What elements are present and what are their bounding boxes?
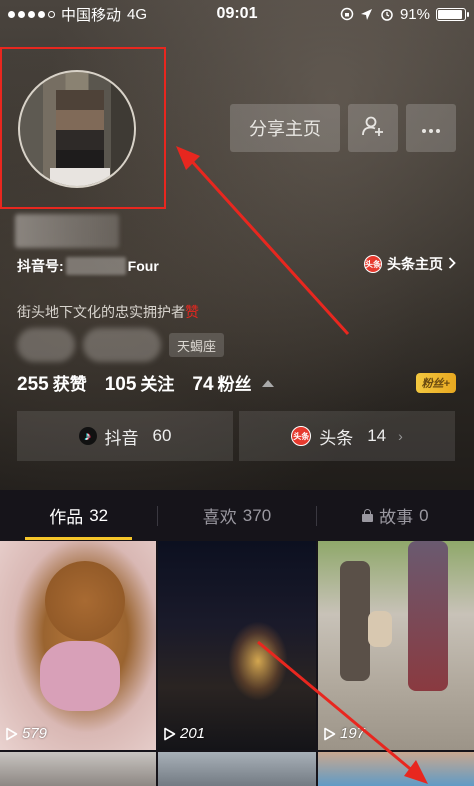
account-id-row: 抖音号: Four <box>17 256 159 276</box>
video-thumbnail[interactable]: 579 <box>0 541 156 750</box>
toutiao-homepage-link[interactable]: 头条 头条主页 <box>364 254 456 274</box>
play-icon <box>163 727 176 741</box>
toutiao-logo-icon: 头条 <box>291 426 312 446</box>
avatar-shirt <box>50 168 110 186</box>
chevron-right-icon: › <box>398 428 403 444</box>
more-dots-icon <box>421 118 441 139</box>
fans-stat[interactable]: 74 粉丝 <box>192 370 251 396</box>
tab-likes-count: 370 <box>242 505 272 525</box>
tab-likes[interactable]: 喜欢 370 <box>158 491 315 540</box>
add-user-icon <box>361 114 385 143</box>
stats-row: 255 获赞 105 关注 74 粉丝 <box>17 370 274 396</box>
status-left: 中国移动 4G <box>8 4 147 25</box>
play-count-value: 579 <box>22 725 48 742</box>
toutiao-count: 14 <box>367 426 387 445</box>
toutiao-logo-icon: 头条 <box>364 255 382 273</box>
play-icon <box>323 727 336 741</box>
douyin-count: 60 <box>152 426 172 445</box>
toutiao-card[interactable]: 头条 头条 14 › <box>239 411 455 461</box>
douyin-card[interactable]: ♪ 抖音 60 <box>17 411 233 461</box>
video-play-count: 201 <box>163 725 205 742</box>
douyin-logo-icon: ♪ <box>78 427 97 445</box>
fans-count: 74 <box>192 374 214 395</box>
caret-up-icon[interactable] <box>261 379 274 387</box>
video-thumbnail[interactable] <box>0 752 156 786</box>
play-count-value: 197 <box>340 725 366 742</box>
following-stat[interactable]: 105 关注 <box>105 370 175 396</box>
likes-count: 255 <box>17 374 49 395</box>
clock-time: 09:01 <box>216 5 258 22</box>
video-thumbnail[interactable]: 197 <box>318 541 474 750</box>
account-suffix: Four <box>127 258 159 274</box>
tab-stories-count: 0 <box>419 505 429 525</box>
alarm-icon <box>380 7 394 21</box>
status-bar: 中国移动 4G 09:01 91% <box>0 0 474 28</box>
tab-works[interactable]: 作品 32 <box>0 491 157 540</box>
likes-stat[interactable]: 255 获赞 <box>17 370 87 396</box>
tag-blurred <box>17 328 75 362</box>
bio-content: 街头地下文化的忠实拥护者 <box>17 304 185 320</box>
video-thumbnail[interactable] <box>318 752 474 786</box>
username-blurred <box>15 214 119 248</box>
video-grid: 579 201 197 <box>0 541 474 786</box>
bio-text: 街头地下文化的忠实拥护者赞 <box>17 302 199 322</box>
thumbnail-person <box>408 541 448 691</box>
play-icon <box>5 727 18 741</box>
status-right: 91% <box>340 5 469 23</box>
network-type: 4G <box>127 5 148 23</box>
battery-percent: 91% <box>399 5 430 23</box>
fans-plus-badge[interactable]: 粉丝+ <box>415 373 456 393</box>
tab-stories[interactable]: 故事 0 <box>317 491 474 540</box>
thumbnail-city-lights <box>228 621 288 701</box>
douyin-label: 抖音 <box>104 428 139 448</box>
chevron-right-icon <box>448 256 456 272</box>
tab-works-label: 作品 <box>49 508 84 527</box>
battery-level <box>438 9 462 19</box>
thumbnail-person <box>340 561 370 681</box>
zodiac-tag: 天蝎座 <box>169 333 225 357</box>
thumbnail-dog <box>368 611 392 647</box>
avatar[interactable] <box>18 70 136 188</box>
bio-emoji-icon: 赞 <box>185 304 199 320</box>
likes-label: 获赞 <box>52 375 87 394</box>
video-play-count: 579 <box>5 725 47 742</box>
rotation-lock-icon <box>340 7 354 21</box>
platform-cards: ♪ 抖音 60 头条 头条 14 › <box>17 411 455 461</box>
play-count-value: 201 <box>180 725 206 742</box>
following-count: 105 <box>104 374 137 395</box>
profile-tags: 天蝎座 <box>17 328 225 362</box>
share-profile-button[interactable]: 分享主页 <box>230 104 340 152</box>
fans-label: 粉丝 <box>217 375 252 394</box>
thumbnail-toy <box>40 641 120 711</box>
toutiao-link-label: 头条主页 <box>387 256 443 272</box>
thumbnail-dog <box>45 561 125 641</box>
video-thumbnail[interactable]: 201 <box>158 541 316 750</box>
tab-works-count: 32 <box>89 505 109 525</box>
account-label: 抖音号: <box>17 258 64 274</box>
toutiao-label: 头条 <box>319 428 354 448</box>
more-options-button[interactable] <box>406 104 456 152</box>
carrier-name: 中国移动 <box>61 6 122 24</box>
video-thumbnail[interactable] <box>158 752 316 786</box>
profile-tabs: 作品 32 喜欢 370 故事 0 <box>0 491 474 540</box>
battery-icon <box>436 7 469 21</box>
video-play-count: 197 <box>323 725 365 742</box>
tab-stories-label: 故事 <box>379 508 414 527</box>
following-label: 关注 <box>140 375 175 394</box>
location-icon <box>360 7 374 21</box>
add-friend-button[interactable] <box>348 104 398 152</box>
lock-icon <box>362 509 374 522</box>
header-actions: 分享主页 <box>230 104 456 152</box>
signal-strength-icon <box>8 10 55 18</box>
account-id-blurred <box>65 257 126 275</box>
tab-likes-label: 喜欢 <box>202 508 237 527</box>
avatar-pixelated-face <box>56 90 104 170</box>
tag-blurred <box>83 328 161 362</box>
